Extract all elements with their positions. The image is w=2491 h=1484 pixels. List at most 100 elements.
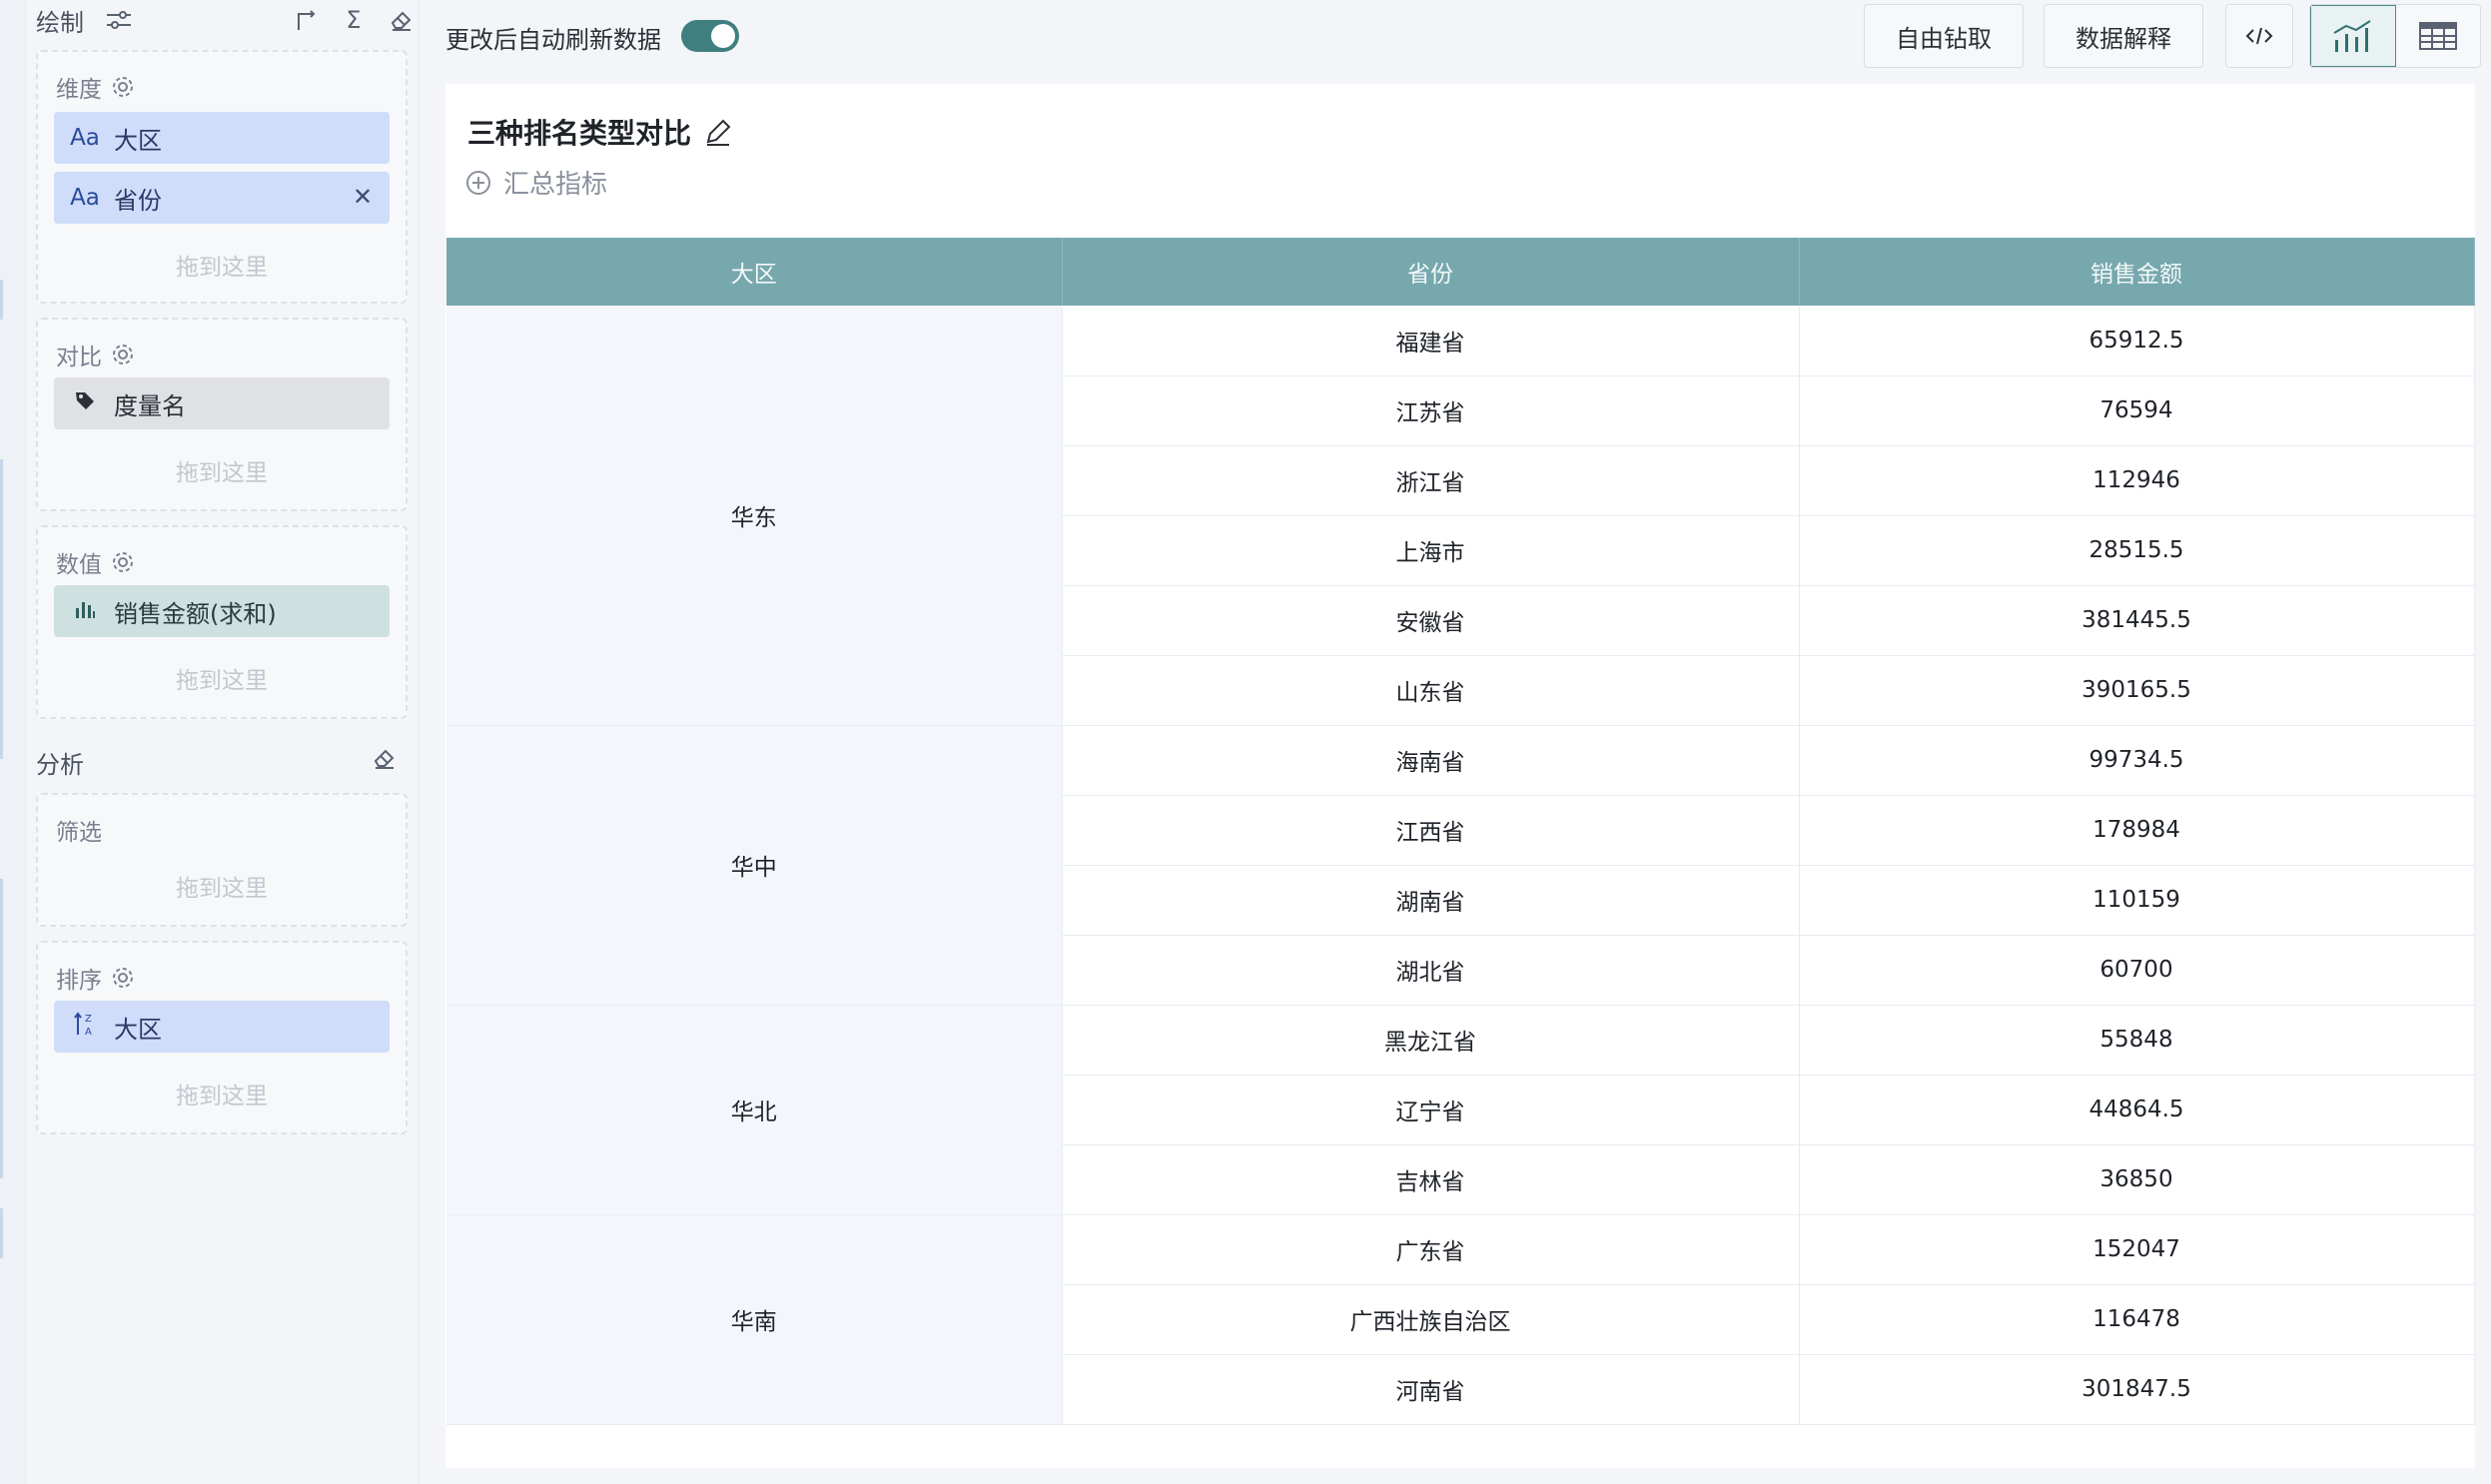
chip-label: 省份 — [114, 186, 162, 215]
sales-cell: 28515.5 — [1799, 515, 2475, 586]
dimension-well[interactable]: 维度 Aa 大区 Aa 省份 ✕ 拖到这里 — [36, 50, 408, 304]
gear-icon[interactable] — [110, 549, 136, 575]
sales-cell: 44864.5 — [1799, 1075, 2475, 1145]
sales-cell: 76594 — [1799, 375, 2475, 446]
toggle-knob — [711, 24, 735, 48]
chart-title: 三种排名类型对比 — [467, 112, 733, 152]
panel-header: 绘制 Σ — [36, 2, 415, 38]
sales-cell: 381445.5 — [1799, 585, 2475, 656]
region-cell: 华东 — [446, 306, 1063, 726]
chip-label: 大区 — [114, 126, 162, 155]
province-cell: 浙江省 — [1062, 445, 1800, 516]
compare-chip-measure-name[interactable]: 度量名 — [54, 377, 390, 429]
sales-cell: 178984 — [1799, 795, 2475, 866]
filter-well[interactable]: 筛选 拖到这里 — [36, 793, 408, 927]
filter-label: 筛选 — [56, 820, 102, 846]
gear-icon[interactable] — [110, 342, 136, 368]
sales-cell: 112946 — [1799, 445, 2475, 516]
free-drill-button[interactable]: 自由钻取 — [1864, 4, 2024, 68]
sort-chip-region[interactable]: ZA 大区 — [54, 1001, 390, 1053]
province-cell: 湖北省 — [1062, 935, 1800, 1006]
sales-cell: 301847.5 — [1799, 1354, 2475, 1425]
chip-label: 大区 — [114, 1015, 162, 1044]
table-row[interactable]: 华南 广东省 152047 — [446, 1214, 2475, 1425]
values-label: 数值 — [56, 545, 136, 579]
province-cell: 广东省 — [1062, 1214, 1800, 1285]
sort-label: 排序 — [56, 961, 136, 995]
edge-strip — [0, 0, 26, 1484]
column-header[interactable]: 大区 — [446, 238, 1063, 306]
province-cell: 黑龙江省 — [1062, 1005, 1800, 1076]
table-row[interactable]: 华中 海南省 99734.5 — [446, 725, 2475, 1006]
dimension-chip-province[interactable]: Aa 省份 ✕ — [54, 172, 390, 224]
sales-cell: 55848 — [1799, 1005, 2475, 1076]
sales-cell: 390165.5 — [1799, 655, 2475, 726]
edge-marker — [0, 280, 3, 320]
bar-chart-icon — [70, 596, 100, 626]
chip-label: 度量名 — [114, 391, 186, 420]
province-cell: 吉林省 — [1062, 1144, 1800, 1215]
table-row[interactable]: 华北 黑龙江省 55848 — [446, 1005, 2475, 1215]
province-cell: 海南省 — [1062, 725, 1800, 796]
tag-icon — [70, 388, 100, 418]
edge-marker — [0, 459, 3, 759]
eraser-icon[interactable] — [372, 745, 398, 775]
drop-hint: 拖到这里 — [176, 460, 268, 486]
column-header[interactable]: 省份 — [1062, 238, 1800, 306]
auto-refresh-label: 更改后自动刷新数据 — [445, 26, 661, 54]
province-cell: 河南省 — [1062, 1354, 1800, 1425]
values-well[interactable]: 数值 销售金额(求和) 拖到这里 — [36, 525, 408, 719]
table-header-row: 大区 省份 销售金额 — [446, 238, 2475, 306]
axis-icon[interactable] — [292, 6, 320, 34]
edit-icon[interactable] — [703, 117, 733, 147]
values-chip-sales[interactable]: 销售金额(求和) — [54, 585, 390, 637]
sales-cell: 116478 — [1799, 1284, 2475, 1355]
compare-label: 对比 — [56, 338, 136, 371]
drop-hint: 拖到这里 — [176, 668, 268, 694]
text-type-icon: Aa — [70, 125, 100, 151]
add-summary-metric[interactable]: 汇总指标 — [465, 164, 607, 201]
gear-icon[interactable] — [110, 965, 136, 991]
top-toolbar: 更改后自动刷新数据 自由钻取 数据解释 — [419, 0, 2491, 80]
text-type-icon: Aa — [70, 185, 100, 211]
edge-marker — [0, 879, 3, 1178]
sales-cell: 110159 — [1799, 865, 2475, 936]
dimension-chip-region[interactable]: Aa 大区 — [54, 112, 390, 164]
eraser-icon[interactable] — [388, 6, 415, 34]
gear-icon[interactable] — [110, 74, 136, 100]
svg-text:Z: Z — [85, 1014, 92, 1025]
sales-cell: 60700 — [1799, 935, 2475, 1006]
sort-well[interactable]: 排序 ZA 大区 拖到这里 — [36, 941, 408, 1134]
column-header[interactable]: 销售金额 — [1799, 238, 2475, 306]
compare-well[interactable]: 对比 度量名 拖到这里 — [36, 318, 408, 511]
data-explain-button[interactable]: 数据解释 — [2044, 4, 2203, 68]
svg-text:A: A — [85, 1027, 92, 1037]
drop-hint: 拖到这里 — [176, 255, 268, 281]
drop-hint: 拖到这里 — [176, 876, 268, 902]
dimension-label: 维度 — [56, 70, 136, 104]
table-row[interactable]: 华东 福建省 65912.5 — [446, 306, 2475, 726]
province-cell: 辽宁省 — [1062, 1075, 1800, 1145]
sales-cell: 152047 — [1799, 1214, 2475, 1285]
close-icon[interactable]: ✕ — [350, 184, 376, 210]
table-icon[interactable] — [2396, 5, 2480, 67]
sales-cell: 65912.5 — [1799, 306, 2475, 376]
tune-icon[interactable] — [104, 5, 134, 35]
edge-marker — [0, 1208, 3, 1258]
province-cell: 山东省 — [1062, 655, 1800, 726]
province-cell: 江西省 — [1062, 795, 1800, 866]
add-circle-icon — [466, 170, 490, 195]
view-switch — [2309, 4, 2481, 68]
code-icon[interactable] — [2225, 4, 2293, 68]
analysis-title: 分析 — [36, 751, 84, 779]
province-cell: 江苏省 — [1062, 375, 1800, 446]
sum-icon[interactable]: Σ — [340, 6, 368, 34]
chart-icon[interactable] — [2310, 5, 2396, 67]
region-cell: 华北 — [446, 1005, 1063, 1215]
province-cell: 上海市 — [1062, 515, 1800, 586]
region-cell: 华中 — [446, 725, 1063, 1006]
province-cell: 湖南省 — [1062, 865, 1800, 936]
table-card: 三种排名类型对比 汇总指标 大区 省份 销售金额 华东 福建省 65912.5 江苏省… — [445, 84, 2475, 1468]
province-cell: 福建省 — [1062, 306, 1800, 376]
auto-refresh-toggle[interactable] — [681, 20, 739, 52]
